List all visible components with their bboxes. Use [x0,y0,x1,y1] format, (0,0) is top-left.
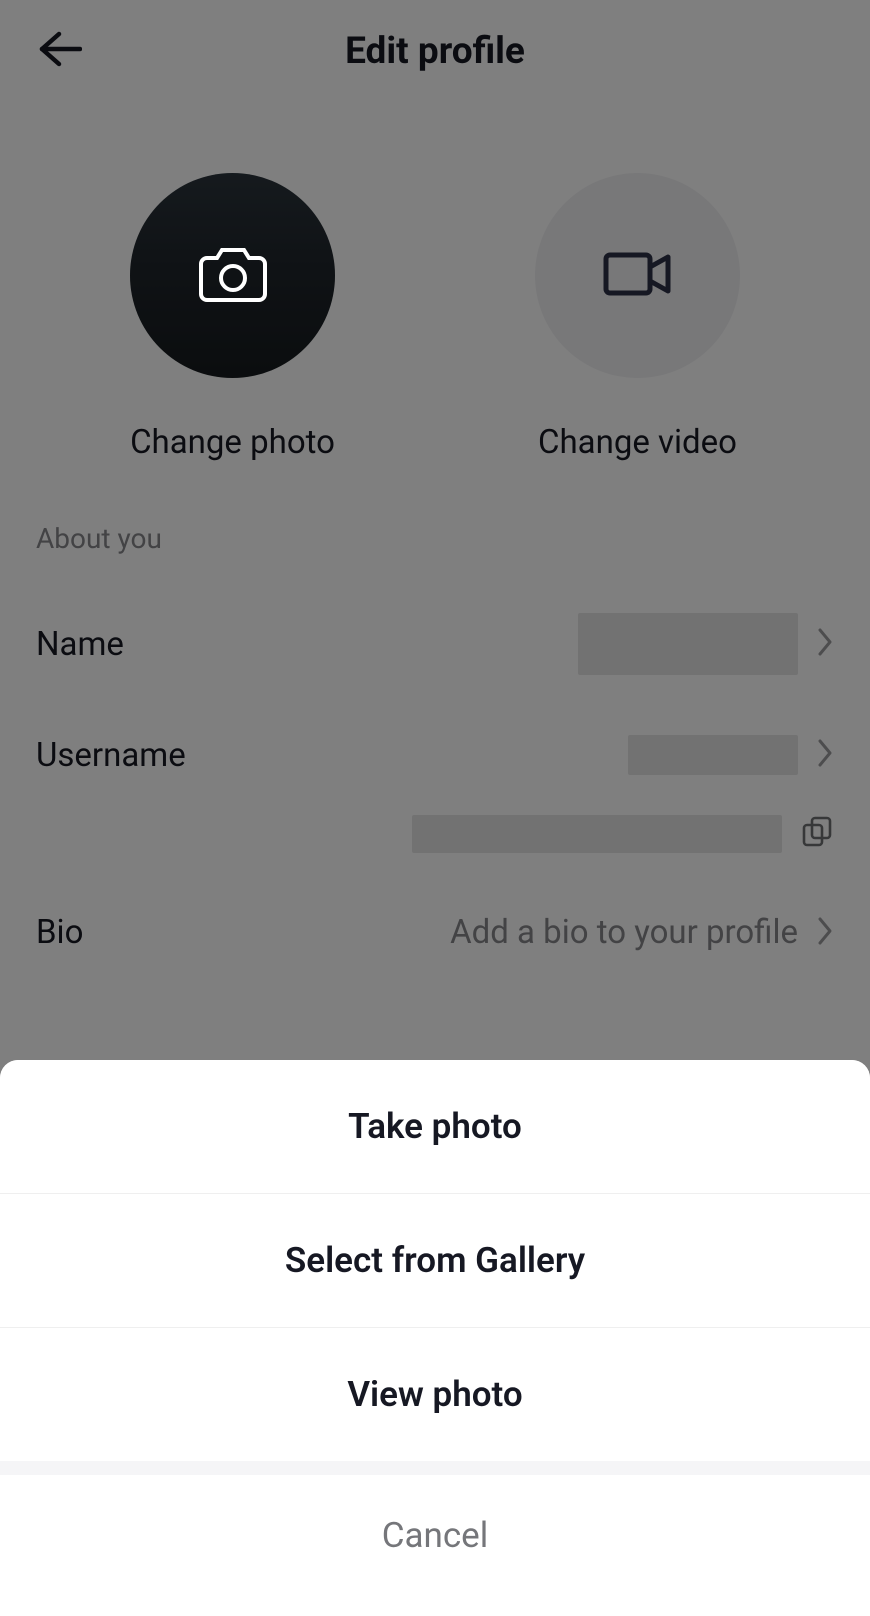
photo-action-sheet: Take photo Select from Gallery View phot… [0,1060,870,1616]
sheet-separator [0,1461,870,1475]
cancel-button[interactable]: Cancel [0,1475,870,1616]
take-photo-option[interactable]: Take photo [0,1060,870,1194]
view-photo-option[interactable]: View photo [0,1328,870,1461]
select-from-gallery-option[interactable]: Select from Gallery [0,1194,870,1328]
video-camera-icon [602,249,674,303]
camera-icon [197,244,269,308]
